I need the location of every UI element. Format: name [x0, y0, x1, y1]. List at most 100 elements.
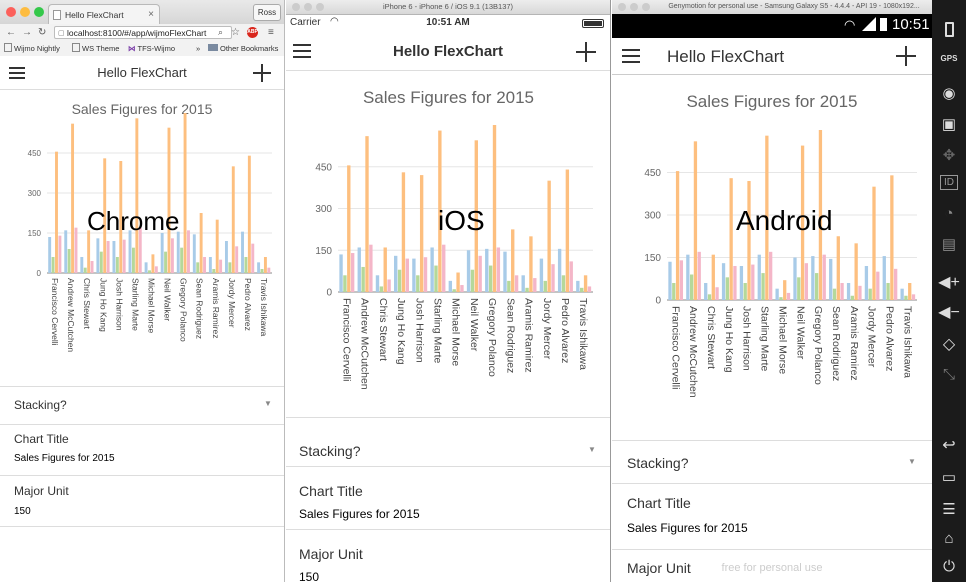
volume-up-icon[interactable]: ◀+: [932, 272, 966, 292]
bar: [507, 280, 511, 292]
back-icon[interactable]: ↩: [932, 435, 966, 455]
y-tick-label: 450: [315, 162, 332, 173]
signal-icon[interactable]: ◔: [932, 205, 966, 222]
add-icon[interactable]: [896, 46, 916, 66]
power-icon[interactable]: ⏻: [932, 558, 966, 575]
bar: [369, 244, 373, 292]
stacking-select[interactable]: Stacking? ▼: [286, 417, 610, 467]
close-window-button[interactable]: [618, 3, 626, 11]
close-tab-icon[interactable]: ×: [148, 5, 154, 25]
bar: [456, 272, 460, 292]
bar: [151, 254, 155, 273]
reload-icon[interactable]: ↻: [38, 24, 46, 41]
x-tick-label: Michael Morse: [450, 298, 462, 366]
adblock-icon[interactable]: ABP: [247, 27, 258, 38]
close-window-button[interactable]: [292, 3, 300, 11]
stacking-select[interactable]: Stacking? ▼: [0, 386, 284, 425]
back-arrow-icon[interactable]: ←: [6, 24, 16, 41]
forward-arrow-icon[interactable]: →: [22, 24, 32, 41]
bar: [668, 261, 672, 300]
ios-status-bar: Carrier ◠ 10:51 AM: [286, 15, 610, 32]
bar: [434, 265, 438, 292]
gps-icon[interactable]: GPS: [932, 54, 966, 63]
emulator-title-bar: Genymotion for personal use - Samsung Ga…: [612, 0, 932, 15]
flex-chart: Sales Figures for 2015 0 150 300 450 Francisc…: [644, 92, 917, 398]
bar: [405, 258, 409, 292]
bar: [793, 257, 797, 300]
bar: [64, 230, 68, 273]
folder-icon: [208, 44, 218, 51]
major-unit-field[interactable]: Major Unit 150: [286, 530, 610, 582]
x-tick-label: Francisco Cervelli: [340, 298, 352, 381]
address-bar[interactable]: ▢ localhost:8100/#/app/wijmoFlexChart: [54, 26, 232, 39]
dpad-icon[interactable]: ✥: [932, 146, 966, 164]
chrome-menu-icon[interactable]: ≡: [268, 24, 274, 41]
add-icon[interactable]: [253, 64, 271, 82]
volume-down-icon[interactable]: ◀−: [932, 302, 966, 322]
bar: [144, 262, 148, 273]
webcam-icon[interactable]: ◉: [932, 84, 966, 102]
x-tick-label: Jung Ho Kang: [98, 278, 108, 332]
sms-icon[interactable]: ▤: [932, 235, 966, 253]
video-icon[interactable]: ▣: [932, 115, 966, 133]
major-unit-field[interactable]: Major Unit 150: [0, 476, 284, 527]
x-tick-label: Francisco Cervelli: [669, 306, 681, 389]
chart-title-input[interactable]: Sales Figures for 2015: [627, 521, 748, 535]
profile-button[interactable]: Ross: [253, 4, 281, 21]
bar: [689, 274, 694, 300]
major-unit-input[interactable]: 150: [14, 506, 31, 517]
more-bookmarks-button[interactable]: »: [196, 41, 200, 56]
bookmark-item[interactable]: ⋈ TFS-Wijmo: [128, 41, 175, 56]
bar: [423, 257, 428, 292]
major-unit-input[interactable]: 150: [299, 570, 319, 582]
bar: [797, 277, 801, 300]
resize-icon[interactable]: ⤡: [932, 366, 966, 383]
bar: [106, 241, 110, 273]
chart-title-input[interactable]: Sales Figures for 2015: [14, 453, 115, 464]
minimize-window-button[interactable]: [20, 7, 30, 17]
home-icon[interactable]: ⌂: [932, 530, 966, 547]
star-icon[interactable]: ☆: [231, 24, 240, 41]
page-title: Hello FlexChart: [667, 47, 785, 66]
minimize-window-button[interactable]: [630, 3, 638, 11]
bar: [401, 172, 406, 292]
bookmark-folder[interactable]: Other Bookmarks: [208, 41, 278, 56]
bar: [511, 229, 515, 292]
rotate-icon[interactable]: ◇: [932, 334, 966, 354]
recent-apps-icon[interactable]: ▭: [932, 468, 966, 486]
ios-simulator-window: iPhone 6 - iPhone 6 / iOS 9.1 (13B137) C…: [286, 0, 611, 582]
browser-tab[interactable]: Hello FlexChart ×: [48, 4, 160, 24]
y-tick-label: 150: [28, 229, 42, 238]
close-window-button[interactable]: [6, 7, 16, 17]
major-unit-field[interactable]: Major Unit free for personal use: [612, 550, 932, 582]
menu-icon[interactable]: ☰: [932, 500, 966, 518]
maximize-window-button[interactable]: [642, 3, 650, 11]
id-icon[interactable]: ID: [932, 175, 966, 190]
battery-icon: [582, 19, 604, 28]
chart-title-input[interactable]: Sales Figures for 2015: [299, 507, 420, 521]
bar: [521, 275, 525, 292]
add-icon[interactable]: [576, 42, 596, 62]
chart-title-field[interactable]: Chart Title Sales Figures for 2015: [286, 467, 610, 530]
bookmark-item[interactable]: Wijmo Nightly: [4, 41, 60, 56]
bar: [900, 288, 904, 300]
minimize-window-button[interactable]: [304, 3, 312, 11]
app-header: Hello FlexChart: [286, 32, 610, 71]
bar: [743, 283, 747, 300]
bar: [448, 280, 453, 292]
bar: [339, 254, 343, 292]
x-tick-label: Starling Marte: [130, 278, 140, 331]
battery-icon[interactable]: [932, 22, 966, 40]
bar: [196, 262, 200, 273]
menu-icon[interactable]: [622, 49, 640, 63]
bar: [83, 267, 87, 273]
bar: [751, 264, 755, 300]
y-tick-label: 300: [644, 211, 661, 222]
search-icon: ⌕: [218, 27, 224, 37]
maximize-window-button[interactable]: [316, 3, 324, 11]
chart-title-field[interactable]: Chart Title Sales Figures for 2015: [612, 484, 932, 550]
chart-title-field[interactable]: Chart Title Sales Figures for 2015: [0, 425, 284, 476]
stacking-select[interactable]: Stacking? ▼: [612, 440, 932, 484]
bookmark-item[interactable]: WS Theme: [72, 41, 119, 56]
maximize-window-button[interactable]: [34, 7, 44, 17]
